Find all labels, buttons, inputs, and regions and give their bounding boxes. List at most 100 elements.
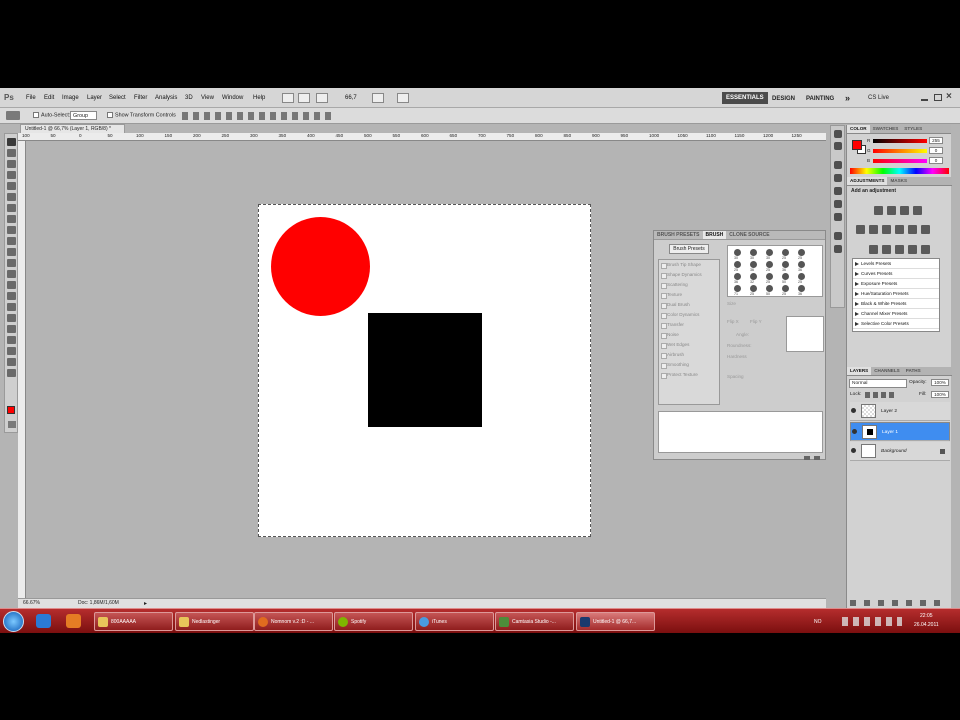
menu-file[interactable]: File	[26, 95, 36, 101]
3d-rotate-tool-icon[interactable]	[7, 336, 16, 344]
layer-row-background[interactable]: Background	[850, 442, 950, 461]
green-channel-value[interactable]: 0	[929, 147, 943, 154]
posterize-icon[interactable]	[882, 245, 891, 254]
brush-tip-grid[interactable]: 30 30 30 25 25 25 36 25 36 36 36 32 25 50 25 71 25 50 25 36	[727, 245, 823, 297]
black-square-shape[interactable]	[368, 313, 482, 427]
new-brush-icon[interactable]	[804, 456, 810, 460]
clock-date[interactable]: 26.04.2011	[914, 622, 939, 628]
brush-option-item[interactable]: Scattering	[659, 280, 719, 290]
close-icon[interactable]: ×	[946, 91, 952, 102]
brush-presets-button[interactable]: Brush Presets	[669, 244, 709, 254]
preset-item[interactable]: Curves Presets	[853, 269, 939, 279]
fill-field[interactable]: 100%	[931, 391, 949, 398]
taskbar-item-800aaaaa[interactable]: 800AAAAA	[94, 612, 173, 631]
lasso-tool-icon[interactable]	[7, 160, 16, 168]
delete-brush-icon[interactable]	[814, 456, 820, 460]
canvas-document[interactable]	[258, 204, 591, 537]
3d-panel-icon[interactable]	[834, 161, 842, 169]
brightness-contrast-icon[interactable]	[874, 206, 883, 215]
flip-y-checkbox[interactable]: Flip Y	[750, 319, 762, 324]
menu-help[interactable]: Help	[253, 95, 265, 101]
brush-tip[interactable]	[766, 285, 773, 292]
tab-color[interactable]: COLOR	[847, 125, 870, 133]
tab-adjustments[interactable]: ADJUSTMENTS	[847, 177, 888, 185]
threshold-icon[interactable]	[895, 245, 904, 254]
red-circle-shape[interactable]	[271, 217, 370, 316]
taskbar-item-nedlastinger[interactable]: Nedlastinger	[175, 612, 254, 631]
history-icon[interactable]	[834, 130, 842, 138]
brush-tip[interactable]	[798, 285, 805, 292]
brush-tip[interactable]	[798, 249, 805, 256]
eraser-tool-icon[interactable]	[7, 248, 16, 256]
blue-channel-value[interactable]: 0	[929, 157, 943, 164]
navigator-icon[interactable]	[834, 200, 842, 208]
tab-styles[interactable]: STYLES	[901, 125, 925, 133]
screen-mode-icon[interactable]	[397, 93, 409, 103]
lock-icons[interactable]	[865, 392, 897, 398]
brush-option-item[interactable]: Protect Texture	[659, 370, 719, 380]
layer-name[interactable]: Layer 2	[881, 402, 897, 421]
internet-explorer-icon[interactable]	[36, 614, 51, 628]
black-white-icon[interactable]	[895, 225, 904, 234]
show-transform-controls-checkbox[interactable]: Show Transform Controls	[107, 112, 176, 118]
menu-edit[interactable]: Edit	[44, 95, 54, 101]
eye-icon[interactable]	[851, 448, 856, 453]
eye-icon[interactable]	[851, 408, 856, 413]
workspace-essentials[interactable]: ESSENTIALS	[722, 92, 768, 104]
maximize-icon[interactable]	[934, 94, 942, 101]
brush-option-item[interactable]: Transfer	[659, 320, 719, 330]
preset-item[interactable]: Channel Mixer Presets	[853, 309, 939, 319]
brush-tool-icon[interactable]	[7, 215, 16, 223]
brush-option-item[interactable]: Color Dynamics	[659, 310, 719, 320]
brush-tip[interactable]	[750, 285, 757, 292]
taskbar-item-photoshop[interactable]: Untitled-1 @ 66,7...	[576, 612, 655, 631]
curves-icon[interactable]	[900, 206, 909, 215]
brush-option-item[interactable]: Brush Tip Shape	[659, 260, 719, 270]
tab-masks[interactable]: MASKS	[887, 177, 910, 185]
menu-image[interactable]: Image	[62, 95, 79, 101]
brush-tip[interactable]	[782, 261, 789, 268]
taskbar-item-firefox[interactable]: Nomnom v.2 :D - ...	[254, 612, 333, 631]
preset-item[interactable]: Levels Presets	[853, 259, 939, 269]
shape-tool-icon[interactable]	[7, 325, 16, 333]
crop-tool-icon[interactable]	[7, 182, 16, 190]
preset-item[interactable]: Exposure Presets	[853, 279, 939, 289]
invert-icon[interactable]	[869, 245, 878, 254]
hand-tool-icon[interactable]	[7, 358, 16, 366]
healing-brush-tool-icon[interactable]	[7, 204, 16, 212]
brush-tip[interactable]	[734, 261, 741, 268]
eye-icon[interactable]	[852, 429, 857, 434]
auto-select-checkbox[interactable]: Auto-Select:	[33, 112, 70, 118]
layer-row-layer-1[interactable]: Layer 1	[850, 422, 950, 441]
launch-minibridge-icon[interactable]	[298, 93, 310, 103]
zoom-tool-icon[interactable]	[7, 369, 16, 377]
brush-angle-preview[interactable]	[786, 316, 824, 352]
menu-analysis[interactable]: Analysis	[155, 95, 177, 101]
tab-layers[interactable]: LAYERS	[847, 367, 872, 375]
gradient-tool-icon[interactable]	[7, 259, 16, 267]
opacity-field[interactable]: 100%	[931, 379, 949, 386]
layer-panel-buttons[interactable]	[850, 600, 948, 606]
tab-swatches[interactable]: SWATCHES	[870, 125, 902, 133]
spacing-checkbox[interactable]: Spacing	[727, 374, 744, 379]
type-tool-icon[interactable]	[7, 303, 16, 311]
clone-stamp-tool-icon[interactable]	[7, 226, 16, 234]
red-channel-slider[interactable]	[873, 139, 927, 143]
media-player-icon[interactable]	[66, 614, 81, 628]
start-button-icon[interactable]	[3, 611, 24, 632]
marquee-tool-icon[interactable]	[7, 149, 16, 157]
3d-orbit-tool-icon[interactable]	[7, 347, 16, 355]
gradient-map-icon[interactable]	[908, 245, 917, 254]
hue-saturation-icon[interactable]	[869, 225, 878, 234]
blue-channel-slider[interactable]	[873, 159, 927, 163]
workspace-design[interactable]: DESIGN	[772, 96, 795, 102]
tray-icons[interactable]	[842, 617, 902, 626]
menu-filter[interactable]: Filter	[134, 95, 147, 101]
tab-brush[interactable]: BRUSH	[702, 231, 727, 239]
brush-tip[interactable]	[750, 261, 757, 268]
brush-tip[interactable]	[750, 273, 757, 280]
clock-time[interactable]: 22:05	[920, 613, 933, 619]
brush-option-item[interactable]: Noise	[659, 330, 719, 340]
dodge-tool-icon[interactable]	[7, 281, 16, 289]
eyedropper-tool-icon[interactable]	[7, 193, 16, 201]
